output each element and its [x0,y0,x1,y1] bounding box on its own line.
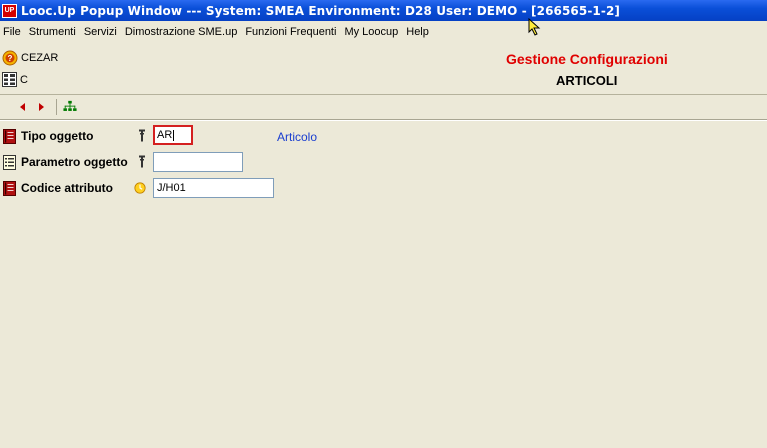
toolbar-divider [56,99,57,115]
field-label: Codice attributo [21,181,113,195]
yellow-circle-icon[interactable] [134,181,146,195]
parametro-oggetto-input[interactable] [153,152,243,172]
field-row-codice-attributo: Codice attributo [3,178,113,198]
book-red-icon [3,128,16,144]
divider-highlight [0,120,767,121]
toolbar [0,97,77,117]
svg-text:?: ? [8,54,13,63]
menu-funzioni-frequenti[interactable]: Funzioni Frequenti [242,26,341,38]
tipo-oggetto-description: Articolo [277,130,318,144]
divider [0,94,767,95]
tipo-oggetto-input[interactable]: AR [153,125,193,145]
pin-icon[interactable] [136,155,148,169]
menu-bar: File Strumenti Servizi Dimostrazione SME… [0,23,767,41]
menu-help[interactable]: Help [403,26,434,38]
field-label: Parametro oggetto [21,155,128,169]
window-title-bar: UP Looc.Up Popup Window --- System: SMEA… [0,0,767,21]
menu-my-loocup[interactable]: My Loocup [341,26,403,38]
menu-file[interactable]: File [0,26,26,38]
panel-subtitle: ARTICOLI [556,73,618,88]
field-row-parametro-oggetto: Parametro oggetto [3,152,128,172]
list-icon [3,154,16,170]
menu-strumenti[interactable]: Strumenti [26,26,81,38]
grid-table-icon[interactable] [2,72,17,87]
menu-servizi[interactable]: Servizi [81,26,122,38]
arrow-left-icon[interactable] [16,99,30,115]
hierarchy-icon[interactable] [63,99,77,115]
menu-dimostrazione[interactable]: Dimostrazione SME.up [122,26,243,38]
window-title: Looc.Up Popup Window --- System: SMEA En… [21,3,620,18]
field-row-tipo-oggetto: Tipo oggetto [3,126,93,146]
question-face-icon[interactable]: ? [2,50,18,66]
field-label: Tipo oggetto [21,129,94,143]
app-logo-icon: UP [2,3,17,18]
codice-attributo-input[interactable]: J/H01 [153,178,274,198]
type-label: C [20,73,28,86]
user-label: CEZAR [21,52,59,64]
book-red-icon [3,180,16,196]
user-row: ? CEZAR [2,50,58,66]
arrow-right-icon[interactable] [34,99,48,115]
pin-icon[interactable] [136,129,148,143]
type-row: C [2,72,28,87]
panel-title: Gestione Configurazioni [506,51,668,67]
